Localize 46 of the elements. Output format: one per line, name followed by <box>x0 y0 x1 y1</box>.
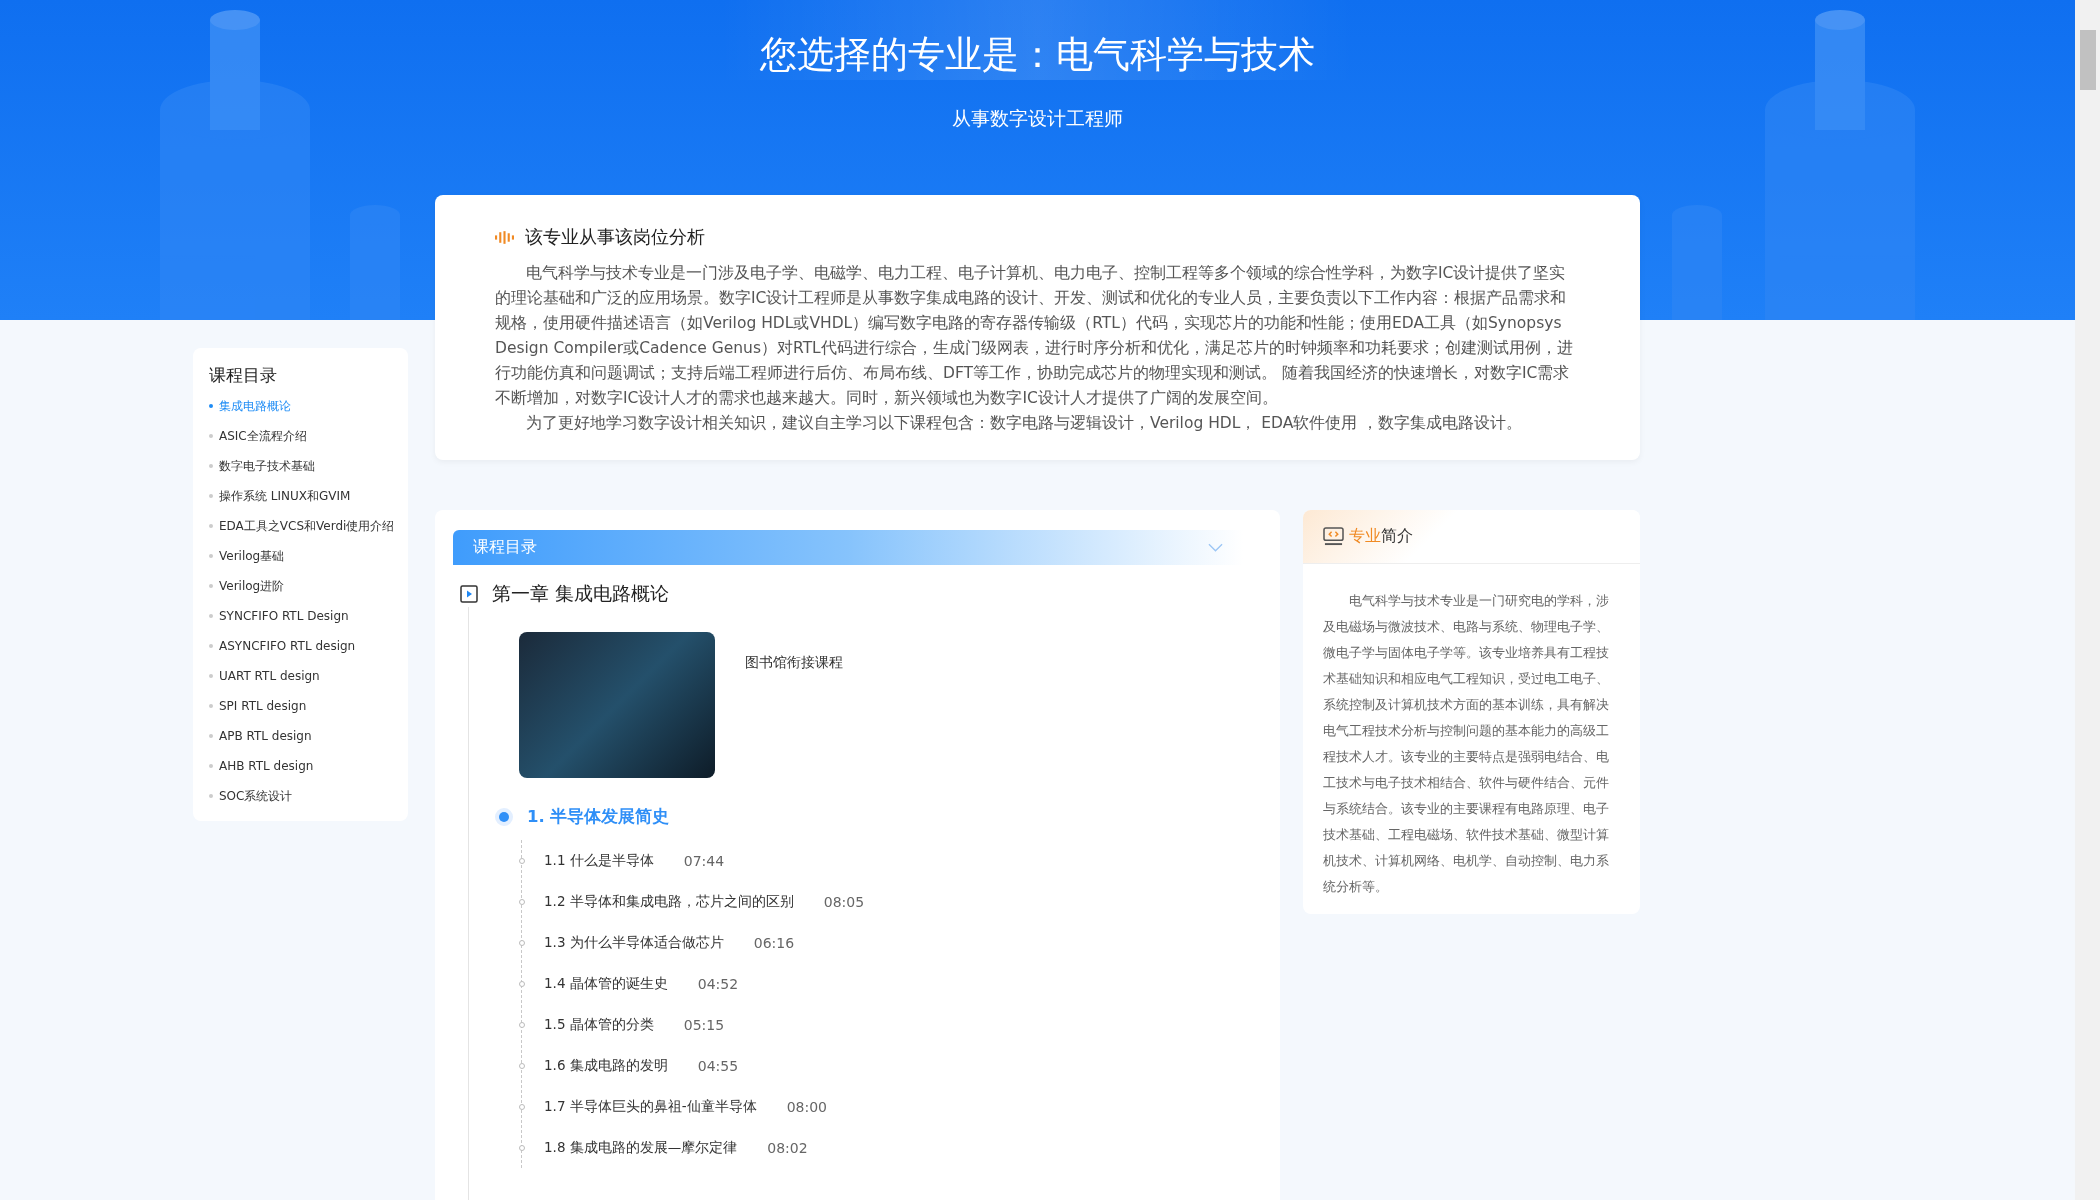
lesson-duration: 07:44 <box>683 852 725 869</box>
scrollbar[interactable] <box>2075 0 2100 1200</box>
lesson-link[interactable]: 1.8 集成电路的发展—摩尔定律 <box>544 1138 738 1157</box>
lesson-link[interactable]: 1.2 半导体和集成电路，芯片之间的区别 <box>544 892 794 911</box>
lesson-duration: 08:00 <box>786 1098 827 1115</box>
photo-placeholder[interactable] <box>519 632 715 778</box>
lesson-link[interactable]: 1.7 半导体巨头的鼻祖-仙童半导体 <box>544 1097 757 1116</box>
intro-title: 简介 <box>1381 526 1413 547</box>
lesson-link[interactable]: 1.1 什么是半导体 <box>544 851 654 870</box>
sidebar-item[interactable]: Verilog进阶 <box>209 571 408 601</box>
chapter-title[interactable]: 第一章 集成电路概论 <box>492 581 670 607</box>
sidebar-title: 课程目录 <box>209 364 278 387</box>
lesson-duration: 05:15 <box>683 1016 725 1033</box>
analysis-paragraph: 电气科学与技术专业是一门涉及电子学、电磁学、电力工程、电子计算机、电力电子、控制工程等多个领域的综合性学科，为数字IC设计提供了坚实的理论基础和广泛的应用场景。数字IC设计工程师是从事数字集成电路的设计、开发、测试和优化的专业人员，主要负责以下工作内容：根据产品需求和规格，使用硬件描述语言（如Verilog HDL或VHDL）编写数字电路的寄存器传输级（RTL）代码，实现芯片的功能和性能；使用EDA工具（如Synopsys Design Compiler或Cadence Genus）对RTL代码进行综合，生成门级网表，进行时序分析和优化，满足芯片的时钟频率和功耗要求；创建测试用例，进行功能仿真和问题调试；支持后端工程师进行后仿、布局布线、DFT等工作，协助完成芯片的物理实现和测试。 随着我国经济的快速增长，对数字IC需求不断增加，对数字IC设计人才的需求也越来越大。同时，新兴领域也为数字IC设计人才提供了广阔的发展空间。 <box>495 263 1574 409</box>
sidebar-item[interactable]: ASYNCFIFO RTL design <box>209 631 408 661</box>
sidebar-item[interactable]: ASIC全流程介绍 <box>209 421 408 451</box>
lesson-duration: 08:02 <box>767 1139 808 1156</box>
lesson-duration: 08:05 <box>823 893 865 910</box>
sidebar-item[interactable]: 集成电路概论 <box>209 391 408 421</box>
lesson-link[interactable]: 1.5 晶体管的分类 <box>544 1015 654 1034</box>
sidebar-item[interactable]: Verilog基础 <box>209 541 408 571</box>
sound-wave-icon <box>495 230 514 244</box>
sidebar-item[interactable]: EDA工具之VCS和Verdi使用介绍 <box>209 511 408 541</box>
intro-paragraph: 电气科学与技术专业是一门研究电的学科，涉及电磁场与微波技术、电路与系统、物理电子学、微电子学与固体电子学等。该专业培养具有工程技术基础知识和相应电气工程知识，受过电工电子、系统控制及计算机技术方面的基本训练，具有解决电气工程技术分析与控制问题的基本能力的高级工程技术人才。该专业的主要特点是强弱电结合、电工技术与电子技术相结合、软件与硬件结合、元件与系统结合。该专业的主要课程有电路原理、电子技术基础、工程电磁场、软件技术基础、微型计算机技术、计算机网络、电机学、自动控制、电力系统分析等。 <box>1322 592 1610 896</box>
page-subtitle: 从事数字设计工程师 <box>951 106 1124 131</box>
sidebar-item[interactable]: AHB RTL design <box>209 751 408 781</box>
intro-title-accent: 专业 <box>1349 526 1381 547</box>
analysis-paragraph: 为了更好地学习数字设计相关知识，建议自主学习以下课程包含：数字电路与逻辑设计，Verilog HDL， EDA软件使用 ，数字集成电路设计。 <box>525 413 1524 434</box>
lesson-duration: 04:52 <box>697 975 739 992</box>
lesson-link[interactable]: 1.6 集成电路的发明 <box>544 1056 668 1075</box>
analysis-title: 该专业从事该岗位分析 <box>525 225 705 249</box>
lesson-duration: 06:16 <box>753 934 795 951</box>
code-monitor-icon <box>1323 527 1344 546</box>
sidebar-item[interactable]: APB RTL design <box>209 721 408 751</box>
chevron-down-icon <box>1208 543 1223 552</box>
library-label: 图书馆衔接课程 <box>745 654 843 672</box>
sidebar-item[interactable]: SPI RTL design <box>209 691 408 721</box>
sidebar-item[interactable]: SYNCFIFO RTL Design <box>209 601 408 631</box>
sidebar-item[interactable]: SOC系统设计 <box>209 781 408 811</box>
lesson-link[interactable]: 1.4 晶体管的诞生史 <box>544 974 668 993</box>
sidebar-item[interactable]: 数字电子技术基础 <box>209 451 408 481</box>
sidebar-item[interactable]: 操作系统 LINUX和GVIM <box>209 481 408 511</box>
sidebar-item[interactable]: UART RTL design <box>209 661 408 691</box>
play-icon <box>460 585 478 603</box>
lesson-link[interactable]: 1.3 为什么半导体适合做芯片 <box>544 933 724 952</box>
lesson-duration: 04:55 <box>697 1057 739 1074</box>
